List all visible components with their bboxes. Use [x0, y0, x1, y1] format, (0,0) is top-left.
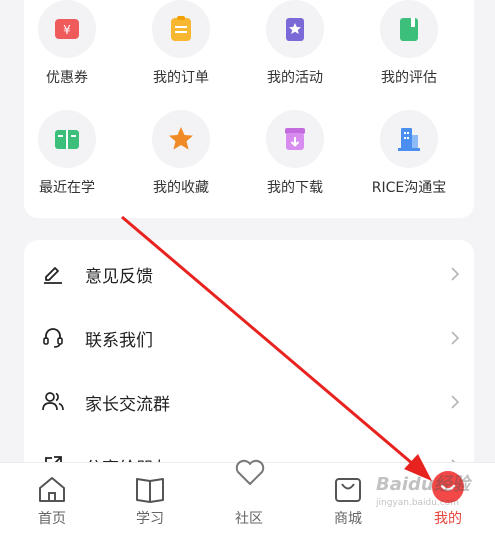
- grid-item-label: 最近在学: [39, 180, 95, 196]
- download-box-icon-bg: [266, 110, 324, 168]
- grid-item-label: 我的收藏: [153, 180, 209, 196]
- download-box-icon: [285, 128, 305, 150]
- book-icon: [136, 478, 164, 503]
- coupon-icon: ¥: [55, 19, 79, 39]
- building-icon: [398, 128, 420, 151]
- building-icon-bg: [380, 110, 438, 168]
- tab-home[interactable]: 首页: [12, 463, 92, 539]
- grid-item-label: 我的活动: [267, 70, 323, 86]
- grid-item-label: RICE沟通宝: [371, 180, 447, 196]
- star-icon-bg: [152, 110, 210, 168]
- grid-item-label: 我的下载: [267, 180, 323, 196]
- headset-icon: [43, 328, 63, 348]
- watermark-text: Baidu经验: [376, 474, 470, 495]
- pen-icon: [44, 267, 62, 284]
- baidu-watermark: Baidu经验 jingyan.baidu.com: [376, 470, 486, 530]
- tab-label: 社区: [235, 511, 263, 527]
- open-book-icon-bg: [38, 110, 96, 168]
- people-icon: [42, 392, 64, 411]
- grid-item-label: 我的评估: [381, 70, 437, 86]
- star-icon: [169, 127, 193, 150]
- grid-item-evaluation[interactable]: 我的评估: [354, 0, 464, 87]
- shopping-bag-icon: [335, 478, 361, 502]
- grid-item-orders[interactable]: 我的订单: [126, 0, 236, 87]
- menu-row-label: 家长交流群: [85, 395, 170, 415]
- grid-item-activities[interactable]: 我的活动: [240, 0, 350, 87]
- tab-study[interactable]: 学习: [110, 463, 190, 539]
- menu-row-parent-group[interactable]: 家长交流群: [24, 370, 474, 434]
- grid-item-label: 优惠券: [46, 70, 88, 86]
- heart-icon: [235, 459, 265, 485]
- grid-item-recent-learning[interactable]: 最近在学: [12, 110, 122, 197]
- tab-community[interactable]: 社区: [209, 459, 289, 539]
- svg-text:¥: ¥: [63, 23, 71, 37]
- tab-label: 首页: [38, 511, 66, 527]
- star-bookmark-icon-bg: [266, 0, 324, 58]
- grid-item-rice[interactable]: RICE沟通宝: [354, 110, 464, 197]
- menu-row-contact[interactable]: 联系我们: [24, 306, 474, 370]
- green-book-icon: [400, 18, 418, 41]
- green-book-icon-bg: [380, 0, 438, 58]
- chevron-right-icon: [451, 395, 460, 409]
- grid-item-coupon[interactable]: ¥ 优惠券: [12, 0, 122, 87]
- menu-row-label: 联系我们: [85, 331, 153, 351]
- home-icon: [39, 477, 65, 502]
- star-bookmark-icon: [286, 18, 304, 41]
- chevron-right-icon: [451, 267, 460, 281]
- open-book-icon: [55, 130, 79, 149]
- clipboard-icon-bg: [152, 0, 210, 58]
- tab-label: 学习: [136, 511, 164, 527]
- menu-row-label: 意见反馈: [85, 267, 153, 287]
- menu-row-feedback[interactable]: 意见反馈: [24, 242, 474, 306]
- watermark-sub: jingyan.baidu.com: [376, 498, 460, 508]
- shortcut-grid-card: ¥ 优惠券 我的订单 我的活动 我的评估 最近在学 我的收藏 我的下载 RICE…: [24, 0, 474, 218]
- grid-item-label: 我的订单: [153, 70, 209, 86]
- clipboard-icon: [171, 16, 191, 41]
- coupon-icon-bg: ¥: [38, 0, 96, 58]
- grid-item-favorites[interactable]: 我的收藏: [126, 110, 236, 197]
- chevron-right-icon: [451, 331, 460, 345]
- grid-item-downloads[interactable]: 我的下载: [240, 110, 350, 197]
